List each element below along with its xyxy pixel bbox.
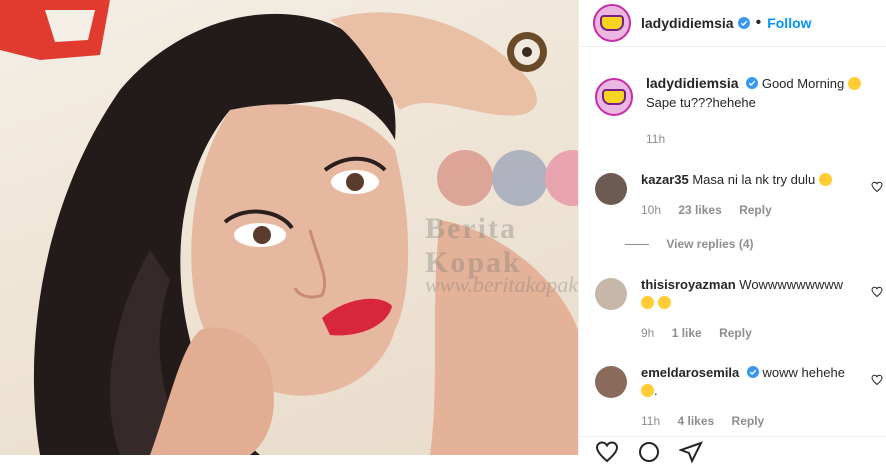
view-replies-link[interactable]: View replies (4) (625, 237, 754, 251)
comment-item: thisisroyazman Wowwwwwwwww 9h 1 like Rep… (595, 276, 883, 342)
like-heart-icon[interactable] (871, 374, 883, 386)
caption-text-line2: Sape tu???hehehe (646, 95, 756, 110)
watermark-url: www.beritakopak (425, 272, 578, 297)
actions-divider (579, 436, 886, 437)
crown-logo-icon (602, 89, 626, 105)
comment-username[interactable]: kazar35 (641, 172, 689, 187)
comment-likes[interactable]: 1 like (672, 326, 702, 340)
tongue-emoji-icon (818, 173, 832, 186)
caption-author-avatar[interactable] (595, 78, 633, 116)
post-photo: Berita Kopak www.beritakopak (0, 0, 578, 455)
comment-username[interactable]: thisisroyazman (641, 277, 736, 292)
comment-text: woww hehehe (762, 365, 845, 380)
verified-badge-icon (746, 366, 759, 378)
comment-text: Wowwwwwwwww (739, 277, 844, 292)
caption-meta: 11h (646, 130, 870, 149)
verified-badge-icon (737, 17, 750, 29)
like-heart-icon[interactable] (871, 286, 883, 298)
caption: ladydidiemsia Good Morning Sape tu???heh… (595, 74, 870, 149)
comments-panel: ladydidiemsia • Follow ladydidiemsia Goo… (578, 0, 886, 464)
crown-logo-icon (600, 15, 624, 31)
comment-text-line2: . (654, 383, 658, 398)
commenter-avatar[interactable] (595, 366, 627, 398)
reply-button[interactable]: Reply (732, 414, 765, 428)
comment-meta: 9h 1 like Reply (641, 324, 870, 342)
watermark-brand: Berita Kopak (425, 212, 522, 279)
comment-likes[interactable]: 23 likes (678, 203, 721, 217)
laughing-emoji-icon (657, 296, 671, 309)
caption-text: Good Morning (761, 76, 845, 91)
share-icon[interactable] (679, 440, 703, 464)
comment-time[interactable]: 9h (641, 326, 654, 340)
heart-eyes-emoji-icon (641, 384, 654, 397)
comment-likes[interactable]: 4 likes (677, 414, 714, 428)
separator-dot: • (755, 14, 762, 31)
comment-text: Masa ni la nk try dulu (692, 172, 816, 187)
view-replies-label[interactable]: View replies (4) (666, 237, 753, 251)
comment-time[interactable]: 10h (641, 203, 661, 217)
follow-button[interactable]: Follow (767, 15, 811, 31)
comment-item: emeldarosemila woww hehehe . 11h 4 likes… (595, 364, 883, 430)
comment-icon[interactable] (637, 440, 661, 464)
like-icon[interactable] (595, 440, 619, 464)
tongue-emoji-icon (847, 77, 861, 90)
reply-button[interactable]: Reply (719, 326, 752, 340)
caption-username[interactable]: ladydidiemsia (646, 75, 739, 91)
like-heart-icon[interactable] (871, 181, 883, 193)
comment-meta: 10h 23 likes Reply (641, 201, 870, 219)
comment-item: kazar35 Masa ni la nk try dulu 10h 23 li… (595, 171, 883, 219)
caption-time[interactable]: 11h (646, 132, 665, 146)
post-actions (595, 440, 703, 464)
commenter-avatar[interactable] (595, 173, 627, 205)
author-avatar[interactable] (593, 4, 631, 42)
post-header: ladydidiemsia • Follow (579, 0, 886, 47)
verified-badge-icon (746, 77, 759, 89)
reply-button[interactable]: Reply (739, 203, 772, 217)
comment-time[interactable]: 11h (641, 414, 660, 428)
commenter-avatar[interactable] (595, 278, 627, 310)
divider (625, 244, 649, 246)
author-username[interactable]: ladydidiemsia (641, 15, 734, 31)
comment-meta: 11h 4 likes Reply (641, 412, 870, 430)
laughing-emoji-icon (641, 296, 654, 309)
comment-username[interactable]: emeldarosemila (641, 365, 739, 380)
